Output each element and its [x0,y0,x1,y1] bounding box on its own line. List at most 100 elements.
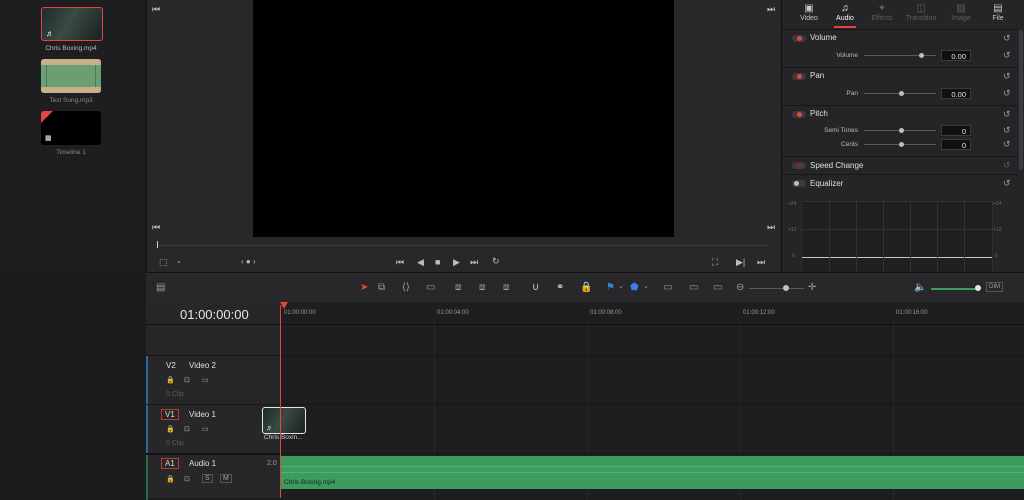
chevron-down-icon[interactable]: ⌄ [176,257,182,265]
linked-selection-icon[interactable]: ⚭ [556,282,564,293]
cents-slider-knob[interactable] [899,142,904,147]
track-visibility-icon[interactable]: ▭ [202,376,209,384]
pitch-enable-toggle[interactable] [792,111,806,118]
reset-icon[interactable]: ↺ [1003,139,1011,150]
dim-button[interactable]: DIM [986,282,1003,292]
track-visibility-icon[interactable]: ▭ [202,425,209,433]
go-to-start-icon[interactable]: ⏮ [396,257,404,268]
reset-icon[interactable]: ↺ [1003,178,1011,189]
audio-clip[interactable]: Chris Boxing.mp4 [281,456,1024,489]
auto-select-icon[interactable]: ⊡ [184,425,190,433]
dynamic-trim-icon[interactable]: ⟨⟩ [402,282,410,293]
pan-value-field[interactable]: 0.00 [941,88,971,99]
right-edge-marker-icon[interactable]: ⏭ [767,4,775,15]
timeline-view-options-icon[interactable]: ▤ [156,282,165,293]
snapping-icon[interactable]: ∪ [532,282,539,293]
zoom-slider[interactable] [749,288,804,289]
semitones-value-field[interactable]: 0 [941,125,971,136]
zoom-slider-knob[interactable] [783,285,789,291]
reset-icon[interactable]: ↺ [1003,160,1011,171]
zoom-full-icon[interactable]: ▭ [663,282,672,293]
lock-icon[interactable]: 🔒 [166,425,175,433]
inspector-scrollbar[interactable] [1019,30,1023,170]
zoom-custom-icon[interactable]: ▭ [713,282,722,293]
tab-effects[interactable]: ✦ Effects [865,3,899,22]
reset-icon[interactable]: ↺ [1003,50,1011,61]
play-reverse-icon[interactable]: ◀ [417,257,424,268]
clip-thumbnail[interactable] [41,59,101,93]
tab-audio[interactable]: ♫ Audio [828,3,862,28]
zoom-detail-icon[interactable]: ▭ [689,282,698,293]
fullscreen-icon[interactable]: ⛶ [712,257,718,268]
next-marker-icon[interactable]: ▶| [736,257,745,268]
track-name[interactable]: Video 2 [189,361,216,370]
left-edge-marker-icon[interactable]: ⏮ [152,4,160,15]
reset-icon[interactable]: ↺ [1003,88,1011,99]
equalizer-graph[interactable] [801,201,993,273]
right-edge-marker-icon[interactable]: ⏭ [757,257,765,268]
chevron-down-icon[interactable]: ⌄ [643,282,649,290]
reset-icon[interactable]: ↺ [1003,33,1011,44]
volume-slider-knob[interactable] [919,53,924,58]
playhead-line[interactable] [280,305,281,498]
cents-value-field[interactable]: 0 [941,139,971,150]
volume-slider-knob[interactable] [975,285,981,291]
chevron-down-icon[interactable]: ⌄ [618,282,624,290]
playhead-handle[interactable] [280,302,288,309]
play-icon[interactable]: ▶ [453,257,460,268]
track-id[interactable]: V1 [161,409,179,420]
clip-thumbnail[interactable]: ▦ [41,111,101,145]
track-header-v1[interactable]: V1 Video 1 🔒 ⊡ ▭ 0 Clip [146,404,280,453]
tab-file[interactable]: ▤ File [981,3,1015,22]
right-edge-marker-icon[interactable]: ⏭ [767,222,775,233]
lock-icon[interactable]: 🔒 [580,282,592,293]
selection-tool-icon[interactable]: ➤ [360,282,368,293]
volume-slider[interactable] [864,55,936,56]
blade-tool-icon[interactable]: ▭ [426,282,435,293]
speed-change-enable-toggle[interactable] [792,162,806,169]
jog-control[interactable]: ‹ ● › [241,257,256,266]
tab-video[interactable]: ▣ Video [792,3,826,22]
semitones-slider-knob[interactable] [899,128,904,133]
go-to-end-icon[interactable]: ⏭ [470,257,478,268]
pan-enable-toggle[interactable] [792,73,806,80]
clip-thumbnail[interactable]: ♬ [41,7,103,41]
track-id[interactable]: A1 [161,458,179,469]
overwrite-clip-icon[interactable]: ⧈ [479,282,485,293]
media-clip-test-song[interactable]: Test Song.mp3 [41,59,101,104]
track-name[interactable]: Audio 1 [189,459,216,468]
reset-icon[interactable]: ↺ [1003,109,1011,120]
equalizer-enable-toggle[interactable] [792,180,806,187]
crop-icon[interactable]: ⬚ [159,257,168,268]
lock-icon[interactable]: 🔒 [166,376,175,384]
pan-slider-knob[interactable] [899,91,904,96]
volume-value-field[interactable]: 0.00 [941,50,971,61]
mute-button[interactable]: M [220,474,232,483]
left-edge-marker-icon[interactable]: ⏮ [152,222,160,233]
lock-icon[interactable]: 🔒 [166,475,175,483]
loop-icon[interactable]: ↻ [492,256,500,267]
reset-icon[interactable]: ↺ [1003,71,1011,82]
media-clip-timeline-1[interactable]: ▦ Timeline 1 [41,111,101,156]
media-clip-chris-boxing[interactable]: ♬ Chris Boxing.mp4 [41,7,103,52]
insert-clip-icon[interactable]: ⧈ [455,282,461,293]
track-name[interactable]: Video 1 [189,410,216,419]
stop-icon[interactable]: ■ [435,257,440,267]
tab-transition[interactable]: ◫ Transition [904,3,938,22]
scrubber-bar[interactable] [157,245,769,246]
flag-icon[interactable]: ⚑ [606,282,615,293]
scrubber-head[interactable] [157,241,158,248]
auto-select-icon[interactable]: ⊡ [184,475,190,483]
reset-icon[interactable]: ↺ [1003,125,1011,136]
trim-tool-icon[interactable]: ⧉ [378,282,385,293]
track-header-a1[interactable]: A1 Audio 1 2.0 🔒 ⊡ S M [146,453,280,500]
replace-clip-icon[interactable]: ⧈ [503,282,509,293]
solo-button[interactable]: S [202,474,213,483]
zoom-in-icon[interactable]: ✛ [808,282,816,293]
volume-slider[interactable] [931,288,979,290]
volume-enable-toggle[interactable] [792,35,806,42]
tab-image[interactable]: ▨ Image [944,3,978,22]
speaker-icon[interactable]: 🔈 [914,282,926,293]
marker-icon[interactable]: ⬟ [630,282,639,293]
video-clip[interactable]: ♬ [262,407,306,434]
